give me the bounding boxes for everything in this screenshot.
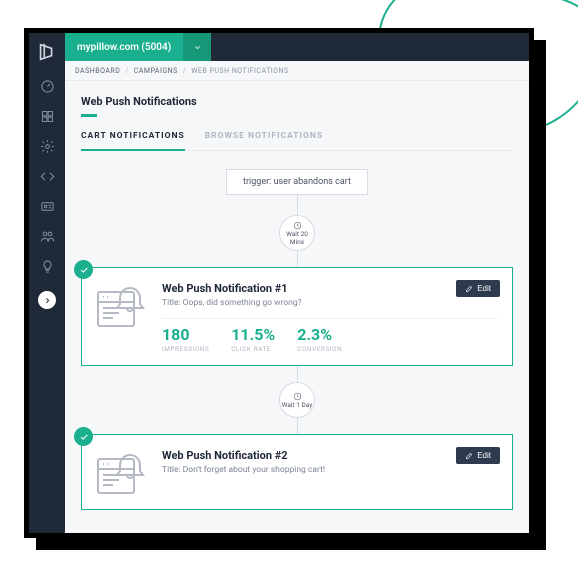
nav-dashboard[interactable] <box>29 71 65 101</box>
chevron-down-icon <box>193 43 202 52</box>
carousel-dot[interactable] <box>285 563 293 571</box>
edit-icon <box>465 452 473 460</box>
carousel-dot[interactable] <box>307 563 315 571</box>
content: Web Push Notifications CART NOTIFICATION… <box>65 81 529 533</box>
app-frame: mypillow.com (5004) DASHBOARD / CAMPAIGN… <box>24 28 534 538</box>
nav-settings[interactable] <box>29 131 65 161</box>
flow-connector <box>297 195 298 215</box>
flow-connector <box>297 366 298 382</box>
crumb-dashboard[interactable]: DASHBOARD <box>75 67 120 75</box>
card-title: Web Push Notification #2 <box>162 449 498 462</box>
flow: trigger: user abandons cart Wait 20 Mins <box>81 169 513 510</box>
carousel-dot[interactable] <box>263 563 271 571</box>
main-area: mypillow.com (5004) DASHBOARD / CAMPAIGN… <box>65 33 529 533</box>
clock-icon <box>293 392 302 401</box>
clock-icon <box>293 221 302 230</box>
card-stats: 180 IMPRESSIONS 11.5% CLICK RATE 2.3% CO… <box>162 327 498 353</box>
domain-dropdown[interactable] <box>183 33 211 61</box>
nav-expand[interactable] <box>29 285 65 315</box>
notification-card-1: Web Push Notification #1 Title: Oops, di… <box>81 267 513 366</box>
flow-connector <box>297 251 298 267</box>
status-check-icon <box>74 427 93 446</box>
stat-impressions-label: IMPRESSIONS <box>162 345 209 353</box>
title-accent <box>81 114 97 117</box>
topbar: mypillow.com (5004) <box>65 33 529 61</box>
stat-conversion-value: 2.3% <box>297 327 342 343</box>
card-title: Web Push Notification #1 <box>162 282 498 295</box>
nav-users[interactable] <box>29 221 65 251</box>
carousel-dots <box>197 563 381 571</box>
sidebar <box>29 33 65 533</box>
tabs: CART NOTIFICATIONS BROWSE NOTIFICATIONS <box>81 131 513 151</box>
crumb-current: WEB PUSH NOTIFICATIONS <box>191 67 288 75</box>
carousel-dot[interactable] <box>219 563 227 571</box>
trigger-node: trigger: user abandons cart <box>226 169 368 195</box>
card-subtitle: Title: Don't forget about your shopping … <box>162 465 498 475</box>
wait-node-1: Wait 20 Mins <box>279 215 315 251</box>
stat-impressions-value: 180 <box>162 327 209 343</box>
edit-button[interactable]: Edit <box>456 280 500 297</box>
divider <box>162 318 498 319</box>
crumb-campaigns[interactable]: CAMPAIGNS <box>134 67 178 75</box>
tab-cart-notifications[interactable]: CART NOTIFICATIONS <box>81 131 185 151</box>
wait-node-2: Wait 1 Day <box>279 382 315 418</box>
domain-label: mypillow.com (5004) <box>65 33 183 61</box>
nav-id[interactable] <box>29 191 65 221</box>
stat-clickrate-label: CLICK RATE <box>231 345 275 353</box>
carousel-dot[interactable] <box>329 563 337 571</box>
notification-illustration-icon <box>96 449 148 497</box>
carousel-dot[interactable] <box>351 563 359 571</box>
app-logo-icon <box>36 41 58 63</box>
carousel-dot[interactable] <box>241 563 249 571</box>
nav-campaigns[interactable] <box>29 101 65 131</box>
breadcrumb: DASHBOARD / CAMPAIGNS / WEB PUSH NOTIFIC… <box>65 61 529 81</box>
notification-card-2: Web Push Notification #2 Title: Don't fo… <box>81 434 513 510</box>
nav-code[interactable] <box>29 161 65 191</box>
carousel-dot[interactable] <box>197 563 205 571</box>
notification-illustration-icon <box>96 282 148 330</box>
carousel-dot[interactable] <box>373 563 381 571</box>
stat-conversion-label: CONVERSION <box>297 345 342 353</box>
status-check-icon <box>74 260 93 279</box>
edit-icon <box>465 285 473 293</box>
nav-ideas[interactable] <box>29 251 65 281</box>
stat-clickrate-value: 11.5% <box>231 327 275 343</box>
tab-browse-notifications[interactable]: BROWSE NOTIFICATIONS <box>205 131 323 150</box>
card-subtitle: Title: Oops, did something go wrong? <box>162 298 498 308</box>
edit-button[interactable]: Edit <box>456 447 500 464</box>
page-title: Web Push Notifications <box>81 95 513 108</box>
flow-connector <box>297 418 298 434</box>
